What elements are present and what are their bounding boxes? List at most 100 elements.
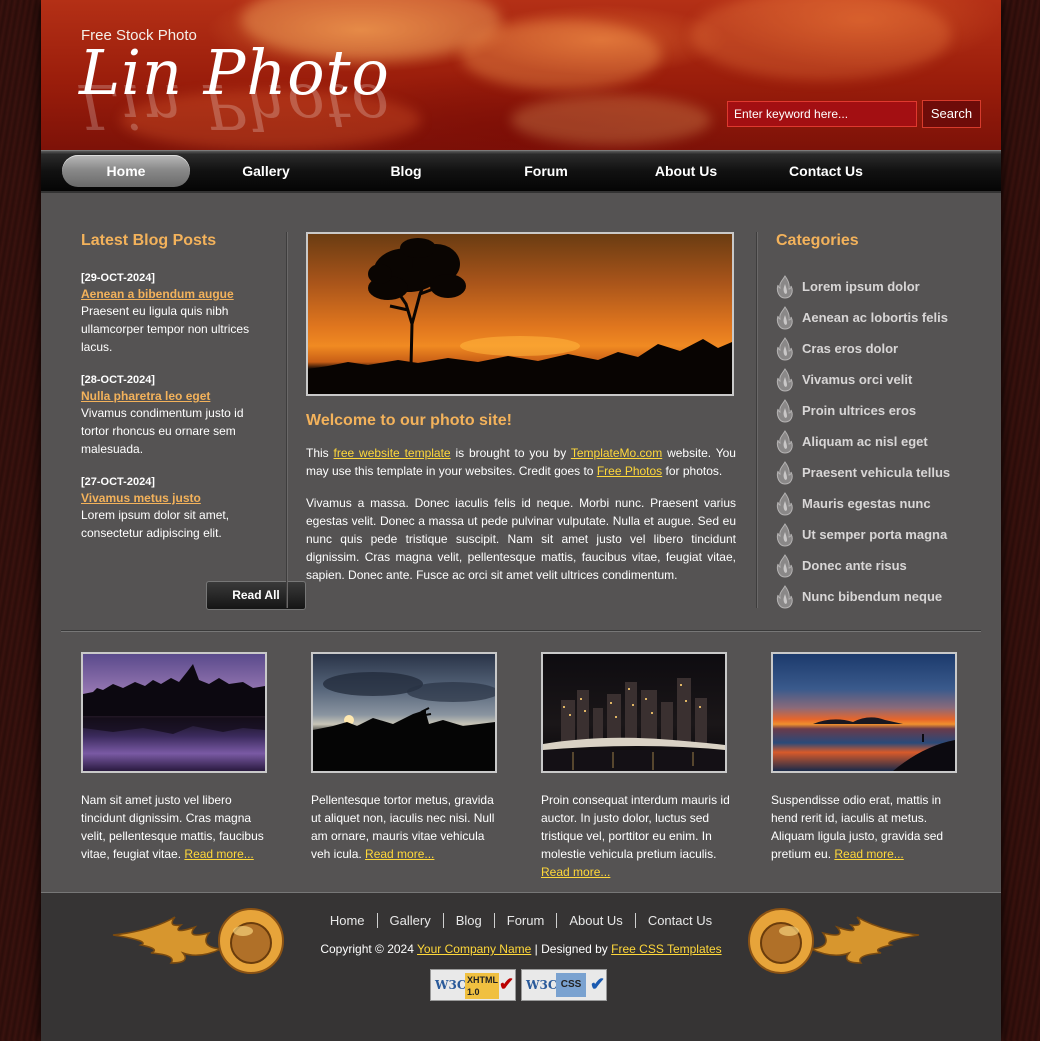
category-label: Proin ultrices eros — [802, 403, 917, 418]
site-logo[interactable]: Lin Photo — [79, 36, 390, 109]
nav-forum[interactable]: Forum — [482, 155, 610, 187]
copyright: Copyright © 2024 Your Company Name | Des… — [41, 942, 1001, 956]
column-divider — [756, 232, 758, 608]
gallery-item: Proin consequat interdum mauris id aucto… — [541, 652, 731, 881]
footer-nav-home[interactable]: Home — [318, 913, 377, 928]
flame-icon — [776, 522, 794, 547]
gallery-item: Pellentesque tortor metus, gravida ut al… — [311, 652, 501, 863]
category-item[interactable]: Aliquam ac nisl eget — [776, 426, 976, 457]
blog-post: [28-OCT-2024] Nulla pharetra leo eget Vi… — [81, 374, 271, 458]
category-item[interactable]: Lorem ipsum dolor — [776, 271, 976, 302]
gallery-thumbnail[interactable] — [81, 652, 267, 773]
post-title-link[interactable]: Nulla pharetra leo eget — [81, 389, 271, 403]
category-item[interactable]: Praesent vehicula tellus — [776, 457, 976, 488]
gallery-thumbnail[interactable] — [771, 652, 957, 773]
flame-icon — [776, 336, 794, 361]
gallery-item: Nam sit amet justo vel libero tincidunt … — [81, 652, 271, 863]
footer-nav-contact-us[interactable]: Contact Us — [634, 913, 725, 928]
gallery-thumbnail[interactable] — [311, 652, 497, 773]
post-excerpt: Praesent eu ligula quis nibh ullamcorper… — [81, 304, 250, 354]
post-title-link[interactable]: Vivamus metus justo — [81, 491, 271, 505]
horizontal-divider — [61, 630, 981, 632]
column-divider — [286, 232, 288, 608]
copyright-text: Copyright © 2024 — [320, 942, 418, 956]
nav-blog[interactable]: Blog — [342, 155, 470, 187]
w3c-css-badge[interactable]: W3C CSS ✔ — [521, 969, 607, 1001]
designer-link[interactable]: Free CSS Templates — [611, 942, 722, 956]
footer-nav: Home Gallery Blog Forum About Us Contact Us — [41, 913, 1001, 928]
templatemo-link[interactable]: TemplateMo.com — [571, 446, 662, 460]
intro-text: is brought to you by — [450, 446, 571, 460]
search-input[interactable] — [727, 101, 917, 127]
flame-icon — [776, 398, 794, 423]
css-label: CSS — [556, 973, 586, 997]
categories-heading: Categories — [776, 232, 859, 249]
read-more-link[interactable]: Read more... — [365, 847, 434, 861]
footer-nav-forum[interactable]: Forum — [493, 913, 557, 928]
main-content: Welcome to our photo site! This free web… — [306, 232, 736, 598]
category-label: Donec ante risus — [802, 558, 907, 573]
body-paragraph: Vivamus a massa. Donec iaculis felis id … — [306, 496, 736, 582]
gallery-caption: Nam sit amet justo vel libero tincidunt … — [81, 791, 271, 863]
flame-icon — [776, 274, 794, 299]
gallery-item: Suspendisse odio erat, mattis in hend re… — [771, 652, 961, 863]
category-label: Cras eros dolor — [802, 341, 899, 356]
blog-sidebar: Latest Blog Posts [29-OCT-2024] Aenean a… — [81, 232, 306, 612]
category-label: Aliquam ac nisl eget — [802, 434, 928, 449]
post-date: [27-OCT-2024] — [81, 476, 155, 488]
flame-icon — [776, 460, 794, 485]
category-item[interactable]: Ut semper porta magna — [776, 519, 976, 550]
post-excerpt: Vivamus condimentum justo id tortor rhon… — [81, 406, 244, 456]
categories-sidebar: Categories Lorem ipsum dolor Aenean ac lo… — [776, 232, 976, 612]
main-nav: Home Gallery Blog Forum About Us Contact… — [41, 150, 1001, 193]
nav-gallery[interactable]: Gallery — [202, 155, 330, 187]
read-more-link[interactable]: Read more... — [541, 865, 610, 879]
gallery-text: Proin consequat interdum mauris id aucto… — [541, 793, 730, 861]
blog-post: [29-OCT-2024] Aenean a bibendum augue Pr… — [81, 272, 271, 356]
search-button[interactable]: Search — [922, 100, 981, 128]
w3c-logo: W3C — [526, 978, 558, 992]
intro-text: This — [306, 446, 334, 460]
post-date: [29-OCT-2024] — [81, 272, 155, 284]
category-label: Vivamus orci velit — [802, 372, 913, 387]
page-wrapper: Free Stock Photo Lin Photo Lin Photo Sea… — [41, 0, 1001, 1041]
flame-icon — [776, 584, 794, 609]
category-item[interactable]: Mauris egestas nunc — [776, 488, 976, 519]
checkmark-icon: ✔ — [499, 974, 515, 994]
intro-text: for photos. — [662, 464, 723, 478]
free-template-link[interactable]: free website template — [334, 446, 451, 460]
w3c-xhtml-badge[interactable]: W3C XHTML 1.0 ✔ — [430, 969, 516, 1001]
hero-image — [306, 232, 734, 396]
category-label: Aenean ac lobortis felis — [802, 310, 948, 325]
free-photos-link[interactable]: Free Photos — [597, 464, 662, 478]
footer-nav-gallery[interactable]: Gallery — [376, 913, 443, 928]
category-label: Lorem ipsum dolor — [802, 279, 920, 294]
footer: Home Gallery Blog Forum About Us Contact Us C… — [41, 892, 1001, 1041]
read-all-button[interactable]: Read All — [206, 581, 306, 610]
category-item[interactable]: Cras eros dolor — [776, 333, 976, 364]
gallery-thumbnail[interactable] — [541, 652, 727, 773]
category-label: Praesent vehicula tellus — [802, 465, 951, 480]
categories-list: Lorem ipsum dolor Aenean ac lobortis feli… — [776, 271, 976, 612]
category-item[interactable]: Aenean ac lobortis felis — [776, 302, 976, 333]
footer-nav-about-us[interactable]: About Us — [556, 913, 635, 928]
footer-nav-blog[interactable]: Blog — [442, 913, 494, 928]
nav-about-us[interactable]: About Us — [622, 155, 750, 187]
category-item[interactable]: Vivamus orci velit — [776, 364, 976, 395]
category-item[interactable]: Donec ante risus — [776, 550, 976, 581]
blog-post: [27-OCT-2024] Vivamus metus justo Lorem … — [81, 476, 271, 542]
company-link[interactable]: Your Company Name — [417, 942, 531, 956]
read-more-link[interactable]: Read more... — [184, 847, 253, 861]
flame-icon — [776, 429, 794, 454]
intro-paragraph: This free website template is brought to… — [306, 444, 736, 480]
read-more-link[interactable]: Read more... — [834, 847, 903, 861]
category-item[interactable]: Nunc bibendum neque — [776, 581, 976, 612]
post-date: [28-OCT-2024] — [81, 374, 155, 386]
flame-icon — [776, 305, 794, 330]
nav-home[interactable]: Home — [62, 155, 190, 187]
category-item[interactable]: Proin ultrices eros — [776, 395, 976, 426]
category-label: Nunc bibendum neque — [802, 589, 943, 604]
nav-contact-us[interactable]: Contact Us — [762, 155, 890, 187]
post-title-link[interactable]: Aenean a bibendum augue — [81, 287, 271, 301]
post-excerpt: Lorem ipsum dolor sit amet, consectetur … — [81, 508, 230, 540]
